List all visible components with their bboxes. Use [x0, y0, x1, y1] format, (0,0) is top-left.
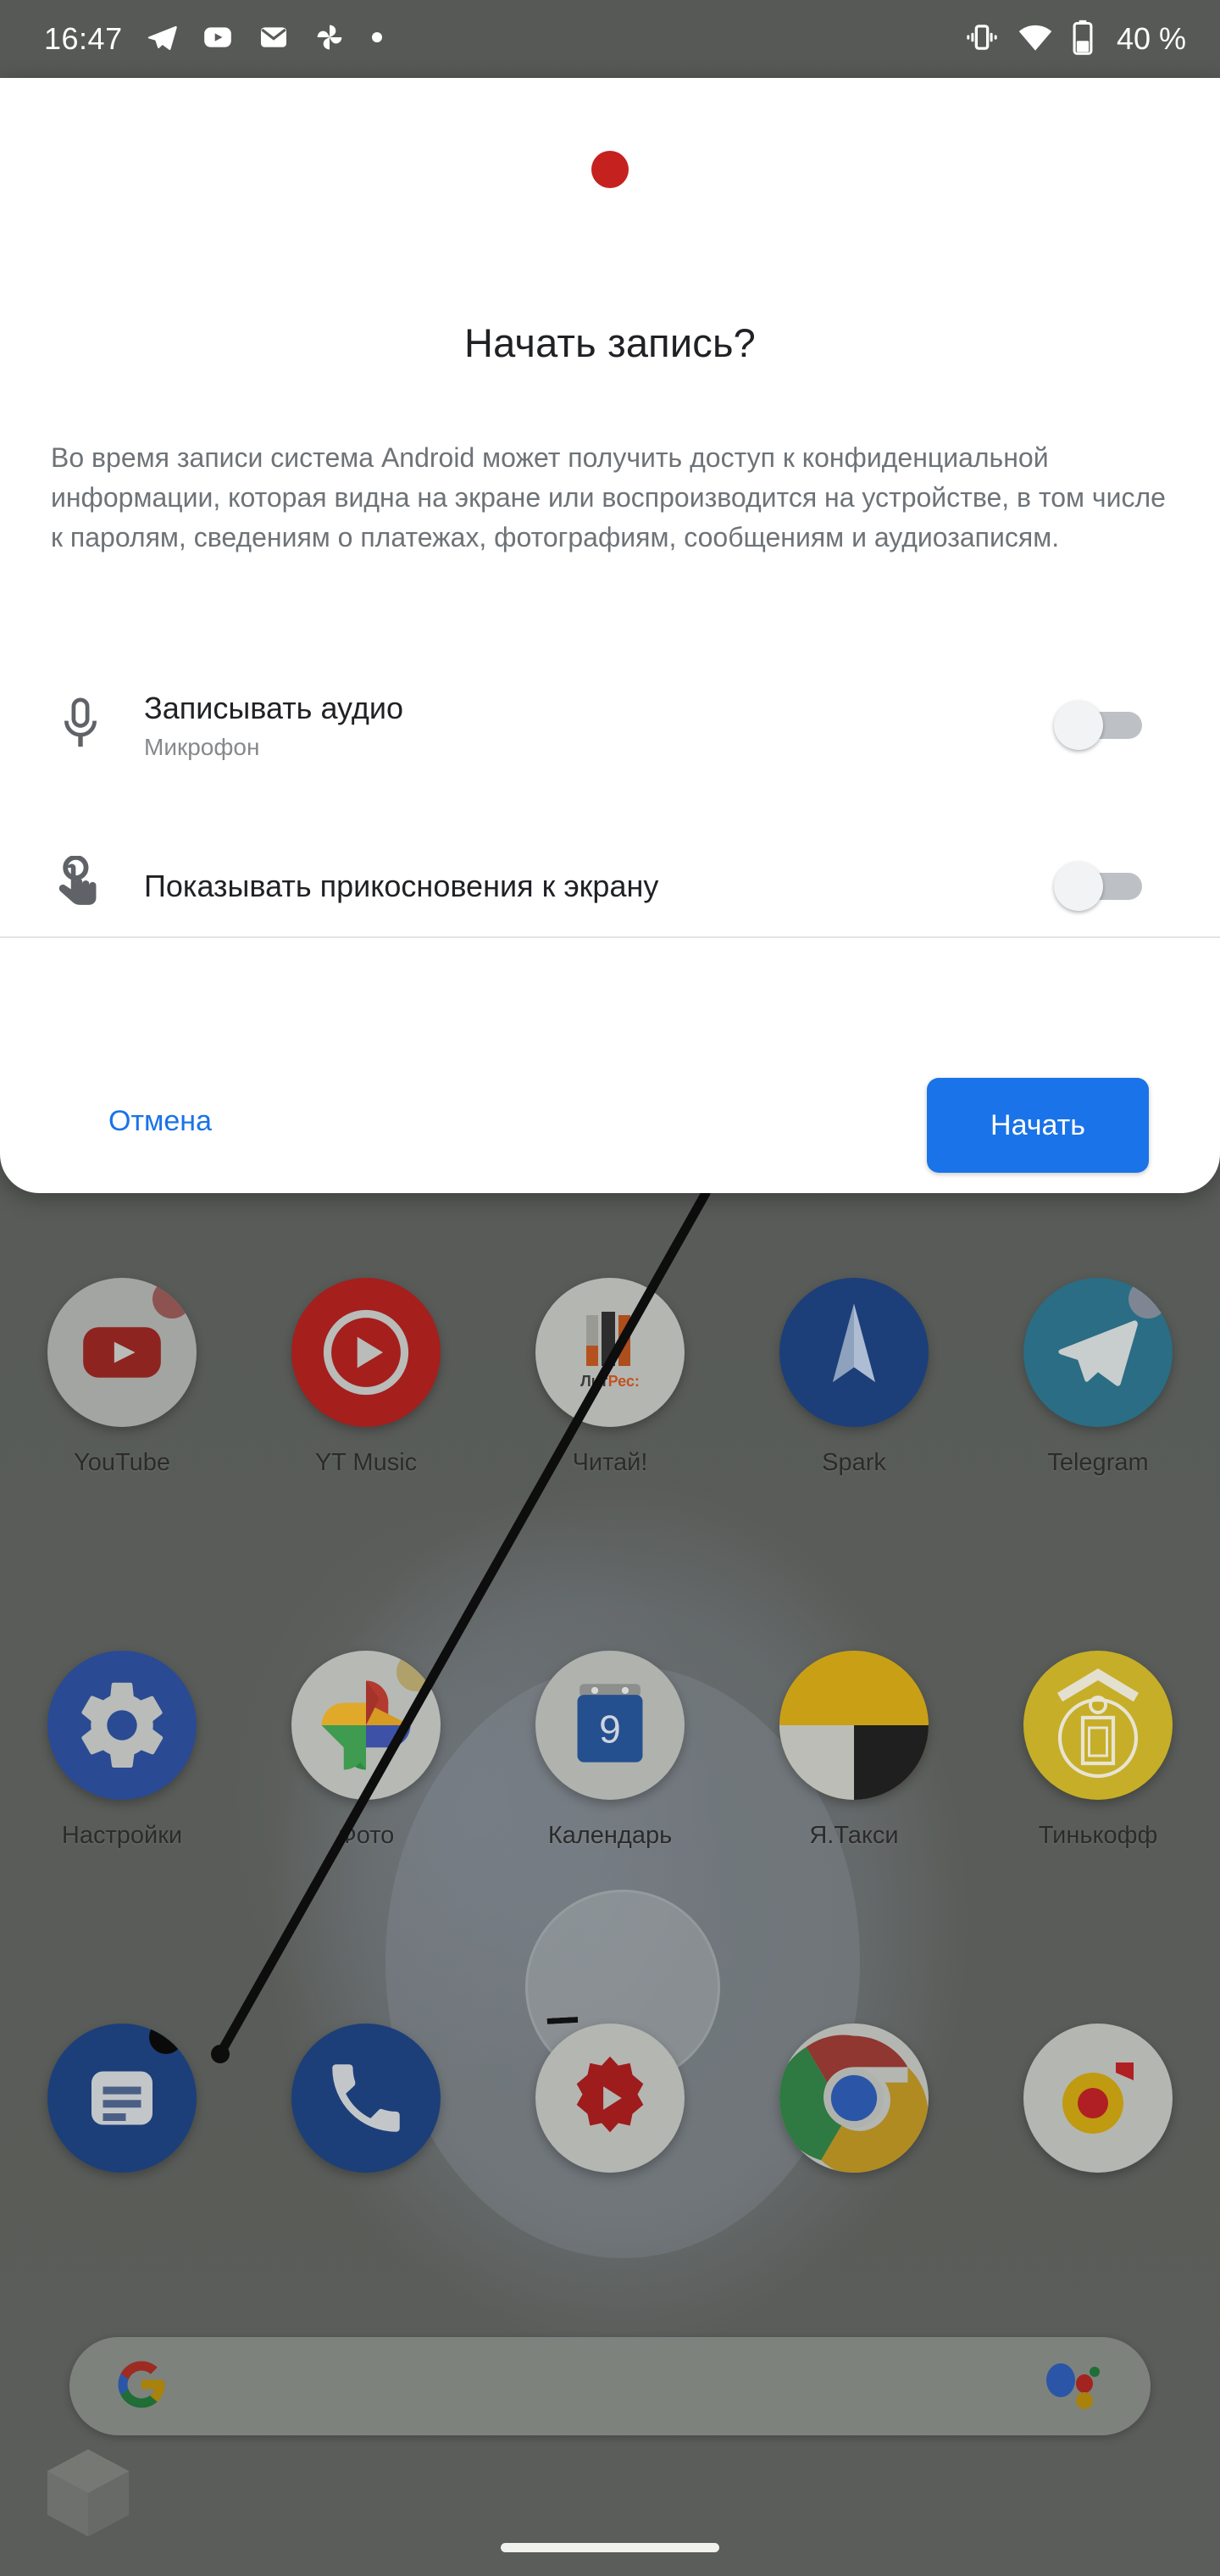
option-texts: Показывать прикосновения к экрану [144, 868, 1054, 904]
option-row-show-touches[interactable]: Показывать прикосновения к экрану [0, 836, 1220, 936]
telegram-icon [145, 20, 179, 58]
app-label: Календарь [547, 1822, 673, 1849]
app-label: YT Music [314, 1449, 418, 1476]
google-search-bar[interactable] [69, 2337, 1151, 2435]
dialog-divider [0, 936, 1220, 938]
app-youtube[interactable]: YouTube [0, 1278, 244, 1477]
notification-badge [396, 1652, 435, 1691]
app-telegram[interactable]: Telegram [976, 1278, 1220, 1477]
status-clock: 16:47 [44, 21, 123, 56]
start-button[interactable]: Начать [927, 1078, 1149, 1173]
hexagon-widget-icon[interactable] [41, 2446, 136, 2540]
phone-app-icon[interactable] [291, 2024, 441, 2173]
notification-badge [149, 2024, 183, 2054]
app-row-1: YouTube YT Music ЛитРес: Читай! Spark Te… [0, 1278, 1220, 1477]
app-row-2: Настройки Фото 9 Календарь Я.Такси Тиньк… [0, 1651, 1220, 1850]
app-settings[interactable]: Настройки [0, 1651, 244, 1850]
wifi-icon [1017, 19, 1054, 60]
app-label: Настройки [61, 1822, 183, 1849]
calendar-app-icon[interactable]: 9 [535, 1651, 685, 1800]
app-calendar[interactable]: 9 Календарь [488, 1651, 732, 1850]
app-label: Фото [337, 1822, 395, 1849]
option-texts: Записывать аудио Микрофон [144, 690, 1054, 760]
dialog-title: Начать запись? [463, 320, 757, 365]
dialog-body-text: Во время записи система Android может по… [51, 442, 1166, 553]
gesture-nav-pill[interactable] [501, 2543, 719, 2552]
google-photos-app-icon[interactable] [291, 1651, 441, 1800]
notification-badge [152, 1280, 191, 1319]
app-chrome[interactable] [732, 2024, 976, 2195]
google-g-icon [114, 2357, 169, 2417]
dot-icon [369, 29, 385, 50]
app-label: Тинькофф [1038, 1822, 1158, 1849]
option-row-record-audio[interactable]: Записывать аудио Микрофон [0, 675, 1220, 775]
app-dock-row [0, 2024, 1220, 2195]
microphone-icon [51, 696, 110, 755]
app-label: Я.Такси [809, 1822, 899, 1849]
app-label: Spark [822, 1449, 886, 1476]
litres-app-icon[interactable]: ЛитРес: [535, 1278, 685, 1427]
app-label: YouTube [74, 1449, 170, 1476]
app-music[interactable] [976, 2024, 1220, 2195]
chrome-app-icon[interactable] [779, 2024, 929, 2173]
app-messages[interactable] [0, 2024, 244, 2195]
battery-percentage: 40 % [1116, 21, 1186, 56]
option-subtitle: Микрофон [144, 733, 260, 760]
status-bar: 16:47 40 % [0, 0, 1220, 78]
screen-record-dialog: Начать запись? Во время записи система A… [0, 78, 1220, 1193]
app-tinkoff[interactable]: Тинькофф [976, 1651, 1220, 1850]
spark-app-icon[interactable] [779, 1278, 929, 1427]
app-yt-music[interactable]: YT Music [244, 1278, 488, 1477]
settings-app-icon[interactable] [47, 1651, 197, 1800]
vibrate-icon [964, 19, 1000, 59]
music-app-icon[interactable] [1023, 2024, 1173, 2173]
cancel-button[interactable]: Отмена [93, 1093, 227, 1150]
app-phone[interactable] [244, 2024, 488, 2195]
app-chitai[interactable]: ЛитРес: Читай! [488, 1278, 732, 1477]
messages-app-icon[interactable] [47, 2024, 197, 2173]
option-title: Показывать прикосновения к экрану [144, 869, 659, 904]
app-spark[interactable]: Spark [732, 1278, 976, 1477]
tinkoff-app-icon[interactable] [1023, 1651, 1173, 1800]
youtube-app-icon[interactable] [47, 1278, 197, 1427]
google-assistant-icon[interactable] [1042, 2358, 1106, 2415]
touch-indicator-icon [51, 856, 110, 917]
notification-badge [1128, 1280, 1167, 1319]
app-label: Telegram [1047, 1449, 1149, 1476]
calendar-day: 9 [599, 1707, 621, 1752]
app-play-settings[interactable] [488, 2024, 732, 2195]
toggle-show-touches[interactable] [1054, 862, 1142, 911]
toggle-thumb [1054, 701, 1103, 750]
toggle-record-audio[interactable] [1054, 701, 1142, 750]
svg-text:ЛитРес:: ЛитРес: [580, 1373, 640, 1390]
status-bar-right: 40 % [964, 19, 1186, 60]
youtube-icon [201, 20, 235, 58]
app-yandex-taxi[interactable]: Я.Такси [732, 1651, 976, 1850]
record-dot-icon [591, 151, 629, 188]
home-screen: YouTube YT Music ЛитРес: Читай! Spark Te… [0, 1193, 1220, 2576]
app-label: Читай! [572, 1449, 648, 1476]
app-photos[interactable]: Фото [244, 1651, 488, 1850]
option-title: Записывать аудио [144, 691, 403, 726]
battery-icon [1071, 19, 1095, 60]
toggle-thumb [1054, 862, 1103, 911]
status-bar-left: 16:47 [44, 20, 385, 58]
telegram-app-icon[interactable] [1023, 1278, 1173, 1427]
mail-icon [257, 20, 291, 58]
play-store-settings-app-icon[interactable] [535, 2024, 685, 2173]
yt-music-app-icon[interactable] [291, 1278, 441, 1427]
yandex-taxi-app-icon[interactable] [779, 1651, 929, 1800]
pinwheel-icon [313, 20, 347, 58]
